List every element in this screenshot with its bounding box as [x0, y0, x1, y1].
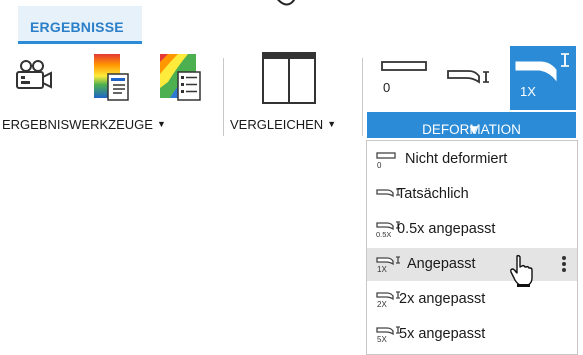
dropdown-caret-icon: ▼ — [156, 119, 166, 129]
menu-item-label: Angepasst — [407, 256, 476, 272]
menu-item-label: 5x angepasst — [399, 326, 486, 342]
undeformed-button-caption: 0 — [383, 80, 391, 95]
contour-list-icon[interactable] — [158, 52, 202, 104]
dropdown-caret-icon: ▼ — [466, 122, 481, 137]
menu-item-label: 2x angepasst — [399, 291, 486, 307]
menu-item-label: 0.5x angepasst — [397, 221, 496, 237]
group-label-ergebniswerkzeuge[interactable]: ERGEBNISWERKZEUGE ▼ — [2, 117, 166, 132]
group-divider — [223, 58, 224, 136]
icon-caption: 5X — [377, 335, 387, 344]
group-label-vergleichen[interactable]: VERGLEICHEN ▼ — [230, 117, 336, 132]
menu-item-angepasst[interactable]: 1X Angepasst — [367, 248, 577, 287]
adjusted-deformation-button[interactable]: 1X — [510, 46, 576, 110]
menu-item-2x-angepasst[interactable]: 2X 2x angepasst — [367, 283, 577, 316]
icon-caption: 0.5X — [376, 230, 392, 239]
undeformed-button[interactable]: 0 — [380, 58, 430, 100]
deformation-dropdown[interactable]: DEFORMATION ▼ — [367, 112, 576, 138]
deformation-menu: 0 Nicht deformiert Tatsächlich 0.5X 0.5x… — [366, 140, 578, 355]
menu-item-5x-angepasst[interactable]: 5X 5x angepasst — [367, 318, 577, 351]
actual-deformation-button[interactable] — [445, 66, 497, 90]
menu-item-tatsaechlich[interactable]: Tatsächlich — [367, 178, 577, 211]
menu-item-nicht-deformiert[interactable]: 0 Nicht deformiert — [367, 143, 577, 176]
tab-ergebnisse-label: ERGEBNISSE — [30, 19, 124, 35]
dropdown-caret-icon: ▼ — [327, 119, 337, 129]
menu-item-label: Tatsächlich — [397, 186, 469, 202]
results-legend-settings-icon[interactable] — [92, 52, 134, 104]
cropped-heading-fragment — [224, 0, 344, 10]
undeformed-icon: 0 — [375, 150, 403, 170]
adjusted-deformation-caption: 1X — [520, 84, 536, 99]
icon-caption: 2X — [377, 300, 387, 309]
camera-icon[interactable] — [14, 58, 54, 98]
menu-item-label: Nicht deformiert — [405, 151, 508, 167]
group-label-text: VERGLEICHEN — [230, 117, 324, 132]
group-label-text: ERGEBNISWERKZEUGE — [2, 117, 153, 132]
menu-item-0-5x-angepasst[interactable]: 0.5X 0.5x angepasst — [367, 213, 577, 246]
adjusted-deformation-icon: 1X — [375, 255, 403, 275]
compare-split-view-icon[interactable] — [260, 50, 318, 106]
more-options-icon[interactable] — [561, 255, 567, 275]
icon-caption: 1X — [377, 265, 387, 274]
icon-caption: 0 — [377, 161, 382, 170]
tab-ergebnisse[interactable]: ERGEBNISSE — [18, 6, 142, 44]
group-divider — [362, 58, 363, 136]
